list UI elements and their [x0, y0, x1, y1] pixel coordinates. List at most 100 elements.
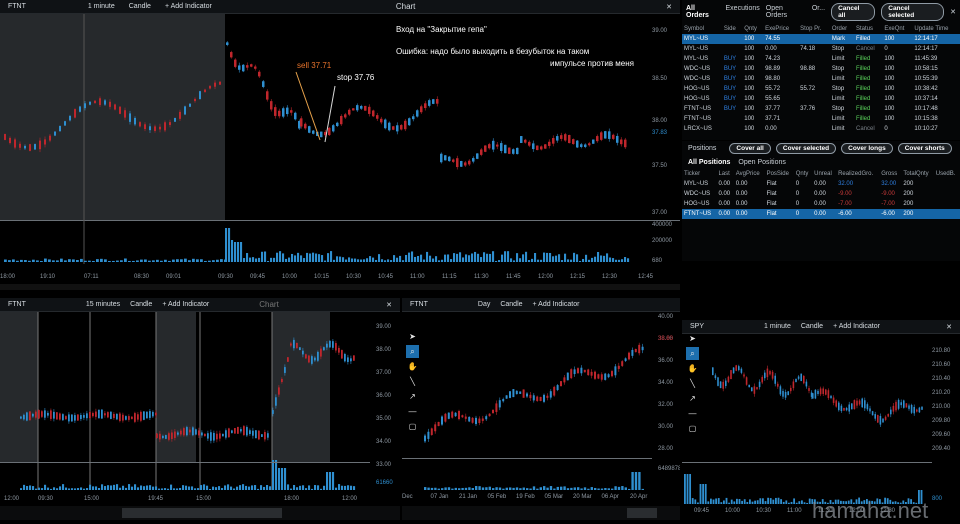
order-cell: 98.89 [765, 66, 781, 72]
chart3-type-select[interactable]: Candle [500, 301, 522, 308]
volume-bar [131, 486, 134, 490]
cover-longs-button[interactable]: Cover longs [841, 143, 893, 154]
volume-bar [80, 258, 83, 262]
column-header[interactable]: AvgPrice [734, 169, 765, 179]
chart-type-select[interactable]: Candle [129, 3, 151, 10]
volume-bar [430, 487, 434, 490]
position-cell [933, 209, 960, 219]
column-header[interactable]: Status [854, 24, 882, 34]
tab-more[interactable]: Or... [812, 5, 825, 19]
position-row[interactable]: FTNT~US 0.00 0.00 Flat 0 0.00 -6.00 -6.00 200 [682, 209, 960, 219]
chart4-type-select[interactable]: Candle [801, 323, 823, 330]
volume-bar [242, 484, 245, 490]
column-header[interactable]: Symbol [682, 24, 722, 34]
x-tick-label: 21 Jan [459, 494, 477, 500]
close-icon[interactable]: ✕ [950, 8, 956, 16]
chart3-canvas[interactable]: 40.0038.0036.0034.0032.0030.0028.0038.83… [402, 312, 680, 520]
volume-bar [405, 254, 408, 262]
chart4-interval-select[interactable]: 1 minute [764, 323, 791, 330]
chart3-symbol-field[interactable]: FTNT [410, 301, 428, 308]
tab-all-orders[interactable]: All Orders [686, 5, 720, 19]
order-row[interactable]: LRCX~US 100 0.00 Limit Cancel 0 10:10:27 [682, 124, 960, 134]
symbol-field[interactable]: FTNT [8, 3, 26, 10]
order-cell: 11:45:39 [914, 56, 938, 62]
order-cell: 10:17:48 [914, 106, 938, 112]
order-row[interactable]: MYL~US 100 0.00 74.18 Stop Cancel 0 12:14:17 [682, 44, 960, 54]
y-tick-label: 210.60 [932, 362, 951, 368]
tab-executions[interactable]: Executions [726, 5, 760, 19]
order-row[interactable]: FTNT~US BUY 100 37.77 37.76 Stop Filled 100 10:1… [682, 104, 960, 114]
volume-bar [606, 253, 609, 262]
column-header[interactable]: TotalQnty [901, 169, 933, 179]
x-tick-label: 18:00 [0, 274, 16, 280]
cancel-all-button[interactable]: Cancel all [831, 3, 876, 21]
chart2-add-indicator-button[interactable]: + Add Indicator [162, 301, 209, 308]
chart2-scroll-thumb[interactable] [122, 508, 282, 518]
volume-bar [291, 253, 294, 262]
column-header[interactable]: ExeQnt [882, 24, 912, 34]
volume-bar [327, 253, 330, 262]
volume-bar [180, 259, 183, 262]
order-row[interactable]: WDC~US BUY 100 98.80 Limit Filled 100 10:55:39 [682, 74, 960, 84]
order-cell: MYL~US [684, 56, 709, 62]
volume-bar [200, 485, 203, 490]
column-header[interactable]: Last [716, 169, 733, 179]
y-tick-label: 37.00 [652, 210, 668, 216]
column-header[interactable]: Qnty [794, 169, 812, 179]
tab-all-positions[interactable]: All Positions [688, 159, 730, 166]
volume-bar [441, 259, 444, 262]
main-chart-canvas[interactable]: sell 37.71 stop 37.76 Вход на "Закрытие … [0, 14, 680, 290]
column-header[interactable]: Update Time [912, 24, 960, 34]
chart3-interval-select[interactable]: Day [478, 301, 490, 308]
column-header[interactable]: ExePrice [763, 24, 798, 34]
column-header[interactable]: Unreal [812, 169, 836, 179]
chart3-add-indicator-button[interactable]: + Add Indicator [533, 301, 580, 308]
chart4-canvas[interactable]: 210.80 210.60 210.40 210.20 210.00 209.80 209.… [682, 334, 960, 520]
tab-open-positions[interactable]: Open Positions [738, 159, 785, 166]
volume-bar [429, 255, 432, 262]
close-icon[interactable]: ✕ [666, 3, 672, 11]
position-cell: -6.00 [836, 209, 880, 219]
order-cell: 37.76 [800, 106, 816, 112]
order-row[interactable]: WDC~US BUY 100 98.89 98.88 Stop Filled 100 10:58… [682, 64, 960, 74]
volume-bar [509, 487, 512, 490]
interval-select[interactable]: 1 minute [88, 3, 115, 10]
cover-selected-button[interactable]: Cover selected [775, 143, 837, 154]
order-row[interactable]: HOG~US BUY 100 55.65 Limit Filled 100 10:37:14 [682, 94, 960, 104]
tab-open-orders[interactable]: Open Orders [766, 5, 806, 19]
column-header[interactable]: PosSide [765, 169, 794, 179]
chart2-interval-select[interactable]: 15 minutes [86, 301, 120, 308]
order-row[interactable]: HOG~US BUY 100 55.72 55.72 Stop Filled 100 10:38… [682, 84, 960, 94]
order-row[interactable]: FTNT~US 100 37.71 Limit Filled 100 10:15:38 [682, 114, 960, 124]
column-header[interactable]: Qnty [742, 24, 763, 34]
column-header[interactable]: Side [722, 24, 742, 34]
column-header[interactable]: RealizedGro. [836, 169, 879, 179]
close-icon[interactable]: ✕ [946, 323, 952, 331]
chart3-scroll-thumb[interactable] [627, 508, 657, 518]
volume-bar [196, 259, 199, 262]
order-cell: 100 [744, 126, 755, 132]
position-row[interactable]: MYL~US 0.00 0.00 Flat 0 0.00 32.00 32.00 200 [682, 179, 960, 189]
chart4-add-indicator-button[interactable]: + Add Indicator [833, 323, 880, 330]
column-header[interactable]: Order [830, 24, 854, 34]
column-header[interactable]: Ticker [682, 169, 716, 179]
order-row[interactable]: MYL~US BUY 100 74.23 Limit Filled 100 11:45:39 [682, 54, 960, 64]
column-header[interactable]: Stop Pr. [798, 24, 830, 34]
position-row[interactable]: HOG~US 0.00 0.00 Flat 0 0.00 -7.00 -7.00 200 [682, 199, 960, 209]
chart2-type-select[interactable]: Candle [130, 301, 152, 308]
chart4-symbol-field[interactable]: SPY [690, 323, 704, 330]
volume-bar [468, 255, 471, 262]
column-header[interactable]: UsedB. [934, 169, 960, 179]
close-icon[interactable]: ✕ [386, 301, 392, 309]
column-header[interactable]: Gross [879, 169, 901, 179]
position-row[interactable]: WDC~US 0.00 0.00 Flat 0 0.00 -9.00 -9.00 200 [682, 189, 960, 199]
order-row[interactable]: MYL~US 100 74.55 Mark Filled 100 12:14:17 [682, 34, 960, 44]
add-indicator-button[interactable]: + Add Indicator [165, 3, 212, 10]
volume-bar [459, 252, 462, 262]
chart2-canvas[interactable]: 39.00 38.00 37.00 36.00 35.00 34.00 33.00 61660… [0, 312, 400, 520]
chart2-symbol-field[interactable]: FTNT [8, 301, 26, 308]
cover-all-button[interactable]: Cover all [729, 143, 771, 154]
cancel-selected-button[interactable]: Cancel selected [881, 3, 945, 21]
volume-bar [279, 251, 282, 262]
cover-shorts-button[interactable]: Cover shorts [897, 143, 952, 154]
